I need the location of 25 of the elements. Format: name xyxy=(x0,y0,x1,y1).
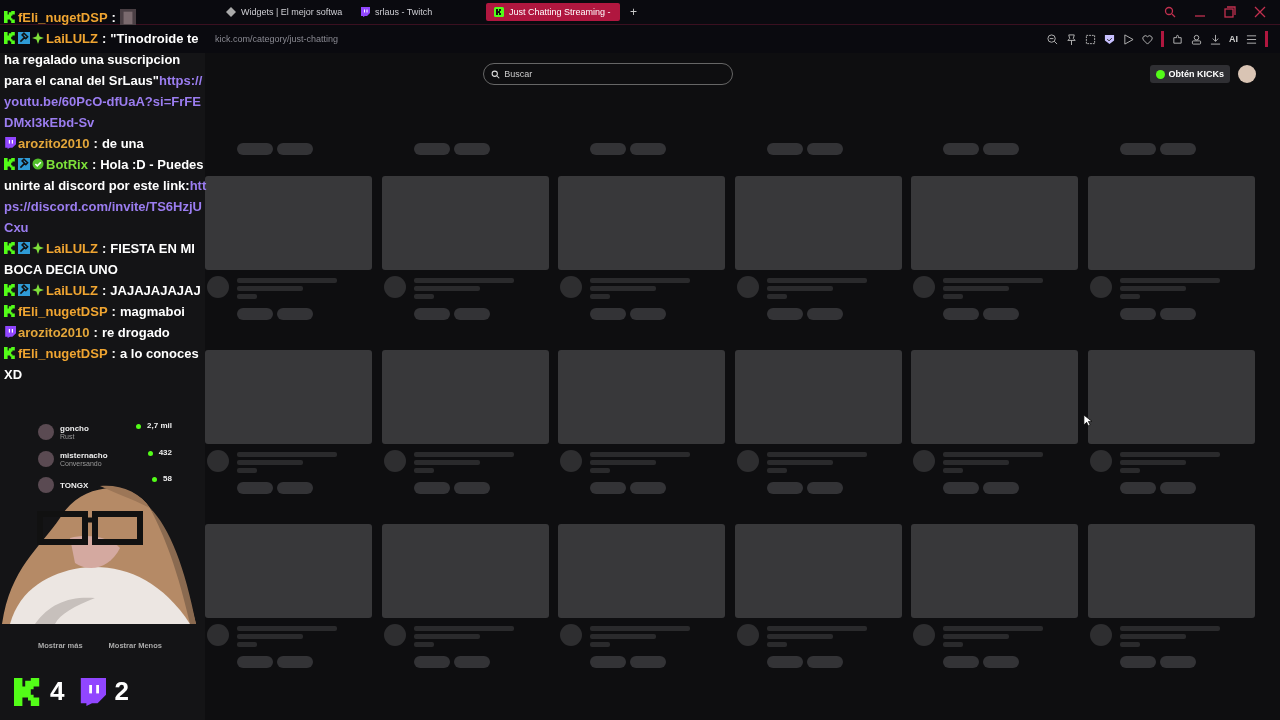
search-field[interactable]: Buscar xyxy=(483,63,734,85)
chat-message: LaiLULZ : FIESTA EN MI BOCA DECIA UNO xyxy=(3,240,196,279)
channel-name: misternacho xyxy=(60,450,109,460)
browser-tab[interactable]: Widgets | El mejor softwa xyxy=(218,3,346,21)
channel-name: goncho xyxy=(60,424,90,434)
new-tab-button[interactable]: + xyxy=(626,5,641,19)
chat-message: LaiLULZ : JAJAJAJAJAJ xyxy=(0,280,212,301)
chat-message: fEli_nugetDSP : a lo conoces XD xyxy=(3,345,200,384)
chat-message: fEli_nugetDSP : magmaboi xyxy=(0,301,212,322)
viewer-count: 4 xyxy=(50,676,65,707)
address-bar[interactable]: kick.com/category/just-chatting xyxy=(215,34,339,44)
viewer-count: 2 xyxy=(114,676,129,707)
browser-tab[interactable]: Just Chatting Streaming - xyxy=(486,3,620,21)
ai-button[interactable]: AI xyxy=(1229,34,1238,44)
chat-message: fEli_nugetDSP : xyxy=(0,7,212,28)
chat-message: BotRix : Hola :D - Puedes unirte al discord por este link:https://discord.com/invite/TS6HzjUCxu xyxy=(3,156,208,237)
channel-name: TONGX xyxy=(60,480,90,490)
get-kicks-button[interactable]: Obtén KICKs xyxy=(1149,65,1230,83)
viewer-count: 58 xyxy=(163,474,172,483)
viewer-count: 432 xyxy=(158,447,172,457)
chat-message: LaiLULZ : "Tinodroide te ha regalado una suscripcion para el canal del SrLaus"https://youtu.be/60PcO-dfUaA?si=FrFEDMxl3kEbd-Sv xyxy=(3,30,204,132)
chat-message: arozito2010 : de una xyxy=(0,133,212,154)
chat-message: arozito2010 : re drogado xyxy=(0,322,212,343)
viewer-count: 2,7 mil xyxy=(147,421,172,430)
browser-tab[interactable]: srlaus - Twitch xyxy=(352,3,480,21)
